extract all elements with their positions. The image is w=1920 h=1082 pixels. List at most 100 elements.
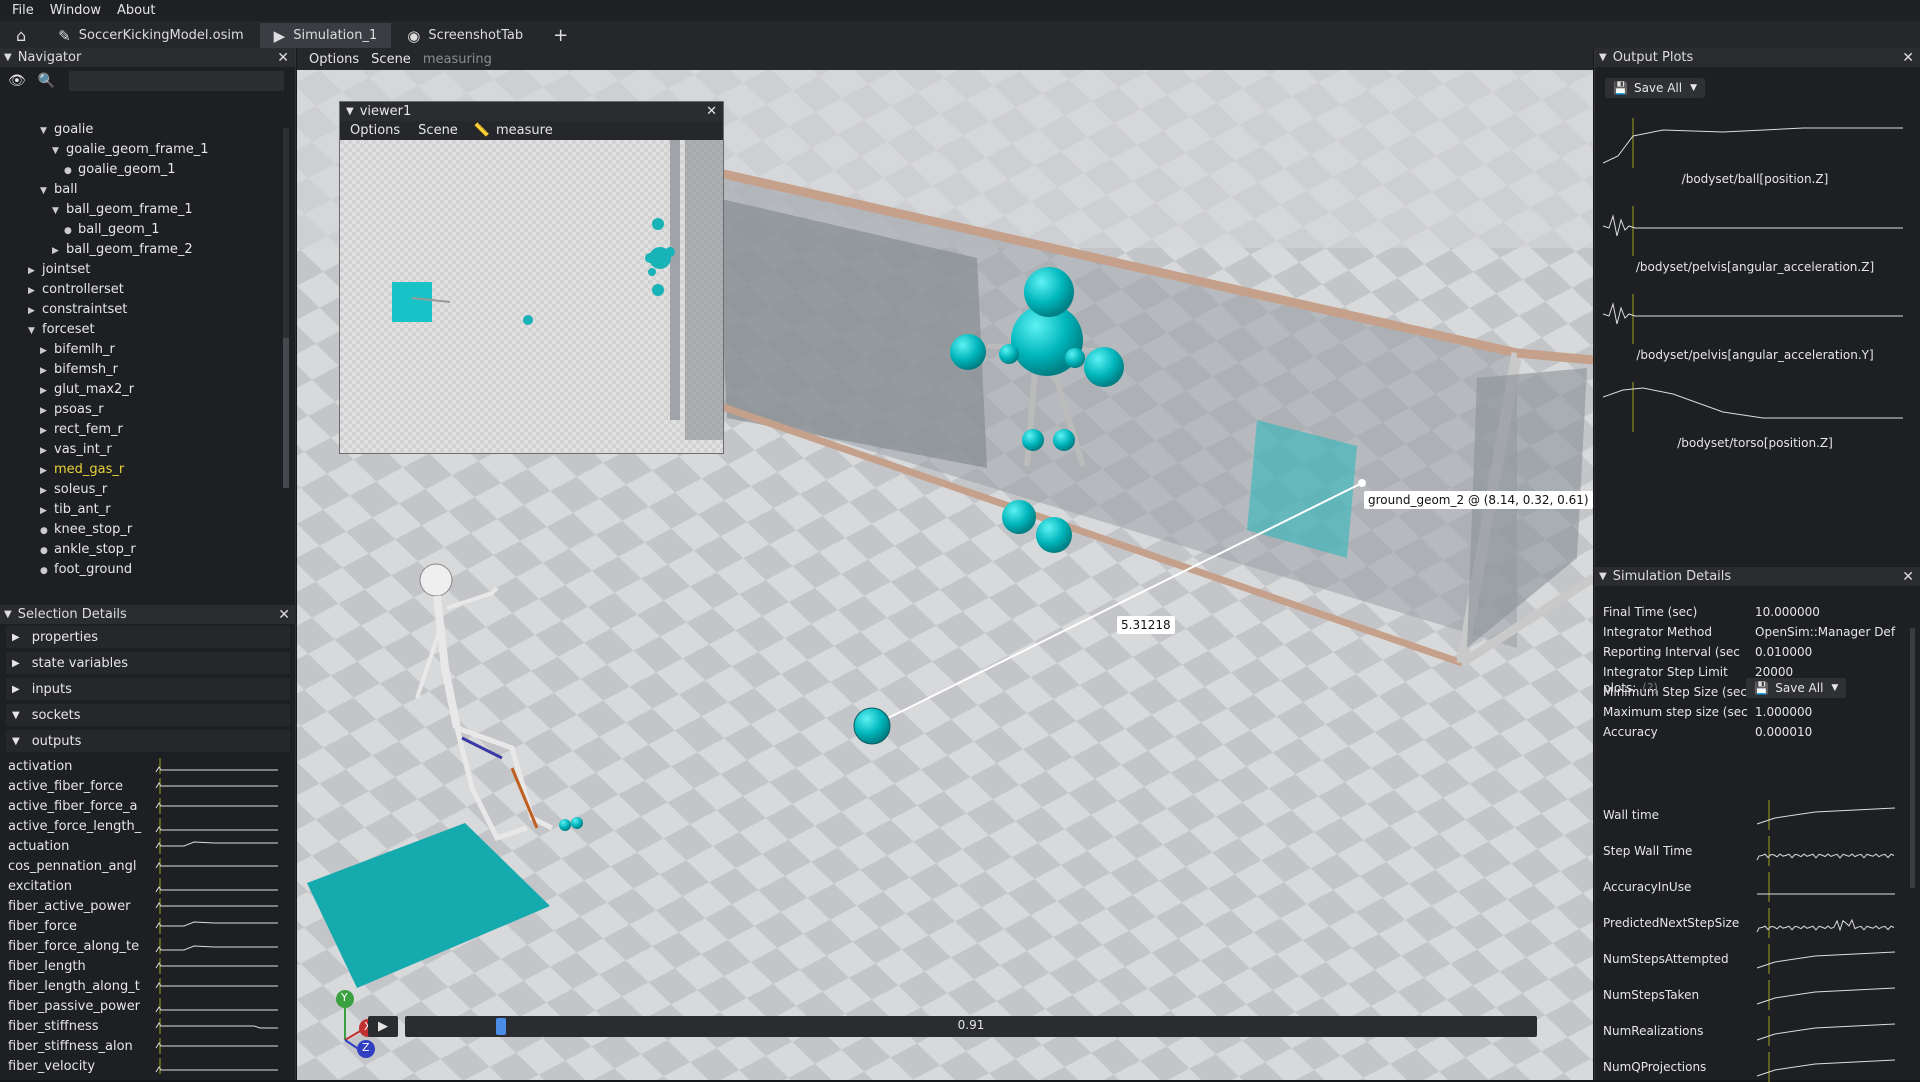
close-icon[interactable]: ✕: [1902, 50, 1914, 66]
bullet-icon[interactable]: ●: [40, 541, 52, 561]
tree-item[interactable]: ● goalie_geom_1: [0, 160, 280, 180]
add-tab-button[interactable]: +: [539, 23, 582, 48]
scene-menu[interactable]: Scene: [371, 52, 411, 67]
sim-plot-sparkline[interactable]: [1755, 908, 1895, 938]
chevron-right-icon[interactable]: ▶: [40, 361, 52, 381]
tab-model[interactable]: ✎ SoccerKickingModel.osim: [44, 23, 258, 48]
output-row[interactable]: active_fiber_force_a: [0, 796, 296, 816]
output-row[interactable]: fiber_length: [0, 956, 296, 976]
sim-plot-sparkline[interactable]: [1755, 1016, 1895, 1046]
chevron-right-icon[interactable]: ▶: [40, 481, 52, 501]
save-all-button[interactable]: 💾 Save All ▼: [1605, 78, 1706, 98]
output-row[interactable]: fiber_force_along_te: [0, 936, 296, 956]
tree-item[interactable]: ▼ ball_geom_frame_1: [0, 200, 280, 220]
eye-icon[interactable]: 👁: [8, 73, 26, 89]
home-tab[interactable]: ⌂: [0, 23, 42, 48]
tree-item[interactable]: ● knee_stop_r: [0, 520, 280, 540]
tab-screenshot[interactable]: ◉ ScreenshotTab: [393, 23, 537, 48]
menu-window[interactable]: Window: [50, 3, 101, 18]
sim-plot-sparkline[interactable]: [1755, 944, 1895, 974]
section-inputs[interactable]: ▶ inputs: [6, 678, 290, 700]
sim-plot-sparkline[interactable]: [1755, 800, 1895, 830]
output-row[interactable]: fiber_active_power: [0, 896, 296, 916]
chevron-right-icon[interactable]: ▶: [40, 501, 52, 521]
chevron-down-icon[interactable]: ▼: [40, 181, 52, 201]
collapse-icon[interactable]: ▼: [1599, 571, 1607, 582]
tree-item[interactable]: ▶ jointset: [0, 260, 280, 280]
output-row[interactable]: fiber_force: [0, 916, 296, 936]
chevron-right-icon[interactable]: ▶: [40, 381, 52, 401]
tree-item[interactable]: ● foot_ground: [0, 560, 280, 580]
measuring-label[interactable]: measuring: [423, 52, 492, 67]
mini-viewer[interactable]: ▼ viewer1 ✕ Options Scene 📏 measure: [339, 101, 724, 454]
collapse-icon[interactable]: ▼: [4, 609, 12, 620]
section-properties[interactable]: ▶ properties: [6, 626, 290, 648]
tree-item[interactable]: ▶ rect_fem_r: [0, 420, 280, 440]
bullet-icon[interactable]: ●: [40, 521, 52, 541]
tree-item[interactable]: ▶ vas_int_r: [0, 440, 280, 460]
chevron-down-icon[interactable]: ▼: [28, 321, 40, 341]
output-row[interactable]: fiber_passive_power: [0, 996, 296, 1016]
close-icon[interactable]: ✕: [1902, 569, 1914, 585]
navigator-scroll-thumb[interactable]: [283, 338, 289, 488]
output-row[interactable]: fiber_velocity: [0, 1056, 296, 1076]
sim-plot-sparkline[interactable]: [1755, 1052, 1895, 1082]
tree-item[interactable]: ▶ bifemsh_r: [0, 360, 280, 380]
sim-plot-sparkline[interactable]: [1755, 980, 1895, 1010]
output-plot[interactable]: [1603, 294, 1905, 344]
3d-viewport[interactable]: Options Scene measuring ▼ viewer1 ✕ Opti…: [297, 48, 1593, 1080]
tree-item[interactable]: ▼ goalie_geom_frame_1: [0, 140, 280, 160]
sim-save-all-button[interactable]: 💾 Save All ▼: [1746, 678, 1847, 698]
tree-item[interactable]: ▶ soleus_r: [0, 480, 280, 500]
close-icon[interactable]: ✕: [278, 607, 290, 623]
chevron-right-icon[interactable]: ▶: [40, 341, 52, 361]
sim-plot-sparkline[interactable]: [1755, 872, 1895, 902]
search-icon[interactable]: 🔍: [38, 73, 55, 89]
tree-item[interactable]: ▶ ball_geom_frame_2: [0, 240, 280, 260]
collapse-icon[interactable]: ▼: [4, 52, 12, 63]
output-row[interactable]: active_force_length_: [0, 816, 296, 836]
tree-item[interactable]: ● ankle_stop_r: [0, 540, 280, 560]
sim-plot-sparkline[interactable]: [1755, 836, 1895, 866]
section-outputs[interactable]: ▼ outputs: [6, 730, 290, 752]
output-plot[interactable]: [1603, 382, 1905, 432]
menu-file[interactable]: File: [12, 3, 34, 18]
tab-simulation[interactable]: ▶ Simulation_1: [259, 23, 392, 48]
tree-item[interactable]: ▶ med_gas_r: [0, 460, 280, 480]
chevron-down-icon[interactable]: ▼: [52, 141, 64, 161]
collapse-icon[interactable]: ▼: [1599, 52, 1607, 63]
close-icon[interactable]: ✕: [706, 104, 717, 119]
chevron-right-icon[interactable]: ▶: [40, 461, 52, 481]
tree-item[interactable]: ▶ controllerset: [0, 280, 280, 300]
bullet-icon[interactable]: ●: [64, 221, 76, 241]
output-row[interactable]: excitation: [0, 876, 296, 896]
chevron-right-icon[interactable]: ▶: [28, 281, 40, 301]
tree-item[interactable]: ▶ tib_ant_r: [0, 500, 280, 520]
output-row[interactable]: active_fiber_force: [0, 776, 296, 796]
output-plot[interactable]: [1603, 118, 1905, 168]
bullet-icon[interactable]: ●: [64, 161, 76, 181]
section-sockets[interactable]: ▼ sockets: [6, 704, 290, 726]
mini-scene-menu[interactable]: Scene: [418, 123, 458, 138]
timeline-scrubber[interactable]: 0.91: [405, 1016, 1537, 1037]
chevron-right-icon[interactable]: ▶: [28, 261, 40, 281]
output-row[interactable]: fiber_stiffness_alon: [0, 1036, 296, 1056]
chevron-right-icon[interactable]: ▶: [40, 401, 52, 421]
bullet-icon[interactable]: ●: [40, 561, 52, 581]
tree-item[interactable]: ▼ forceset: [0, 320, 280, 340]
mini-options-menu[interactable]: Options: [350, 123, 400, 138]
close-icon[interactable]: ✕: [277, 50, 289, 66]
tree-item[interactable]: ▶ psoas_r: [0, 400, 280, 420]
section-state-variables[interactable]: ▶ state variables: [6, 652, 290, 674]
chevron-right-icon[interactable]: ▶: [40, 421, 52, 441]
chevron-down-icon[interactable]: ▼: [52, 201, 64, 221]
output-row[interactable]: actuation: [0, 836, 296, 856]
output-row[interactable]: cos_pennation_angl: [0, 856, 296, 876]
search-input[interactable]: [69, 71, 285, 91]
mini-measure-button[interactable]: measure: [496, 123, 553, 138]
output-row[interactable]: activation: [0, 756, 296, 776]
menu-about[interactable]: About: [117, 3, 155, 18]
output-row[interactable]: fiber_stiffness: [0, 1016, 296, 1036]
tree-item[interactable]: ▼ goalie: [0, 120, 280, 140]
options-menu[interactable]: Options: [309, 52, 359, 67]
